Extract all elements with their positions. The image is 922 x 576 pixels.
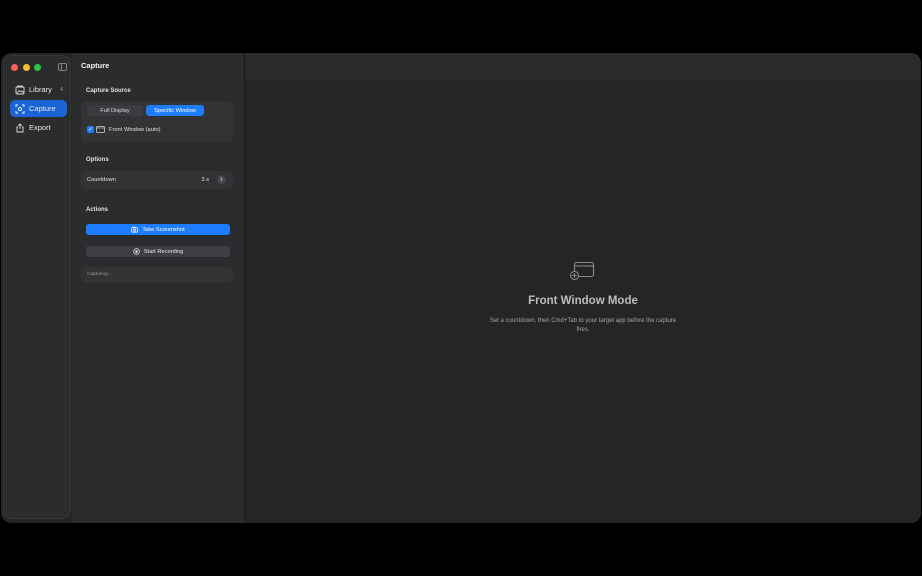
share-export-icon xyxy=(16,122,24,132)
empty-state-title: Front Window Mode xyxy=(528,295,638,307)
specific-window-option[interactable]: Specific Window xyxy=(146,105,204,116)
front-window-checkbox-row[interactable]: ✓ Front Window (auto) xyxy=(87,126,161,133)
capture-panel: Capture Capture Source Full Display Spec… xyxy=(72,53,245,523)
library-count-badge: 4 xyxy=(59,86,63,93)
full-display-option[interactable]: Full Display xyxy=(87,105,143,116)
start-recording-button[interactable]: Start Recording xyxy=(86,246,230,257)
close-window-button[interactable] xyxy=(11,64,18,71)
main-content: Front Window Mode Set a countdown, then … xyxy=(245,53,921,523)
countdown-label: Countdown xyxy=(87,177,116,183)
photo-library-icon xyxy=(15,85,25,94)
main-toolbar xyxy=(245,53,921,80)
capture-source-heading: Capture Source xyxy=(86,88,131,94)
start-recording-label: Start Recording xyxy=(143,248,184,255)
record-icon xyxy=(132,248,140,255)
sidebar-toggle-icon[interactable] xyxy=(58,63,67,71)
sidebar-item-label: Library xyxy=(29,85,52,94)
front-window-checkbox[interactable]: ✓ xyxy=(87,126,94,133)
capture-source-card: Full Display Specific Window ✓ Front Win… xyxy=(81,101,233,142)
window-icon xyxy=(96,126,105,133)
sidebar-item-export[interactable]: Export xyxy=(10,119,67,136)
minimize-window-button[interactable] xyxy=(23,64,30,71)
take-screenshot-button[interactable]: Take Screenshot xyxy=(86,224,230,235)
sidebar-item-label: Export xyxy=(29,123,51,132)
sidebar: Library 4 Capture Export xyxy=(3,55,71,519)
sidebar-item-library[interactable]: Library 4 xyxy=(10,81,67,98)
status-card: Capturing... xyxy=(81,267,233,283)
capture-source-segmented-control: Full Display Specific Window xyxy=(87,105,204,116)
countdown-value: 3 s xyxy=(201,177,209,183)
actions-heading: Actions xyxy=(86,207,109,213)
panel-title: Capture xyxy=(81,61,110,70)
window-capture-icon xyxy=(569,261,595,281)
take-screenshot-label: Take Screenshot xyxy=(142,226,185,233)
sidebar-item-capture[interactable]: Capture xyxy=(10,100,67,117)
zoom-window-button[interactable] xyxy=(34,64,41,71)
capture-viewfinder-icon xyxy=(15,104,25,113)
front-window-label: Front Window (auto) xyxy=(109,126,161,133)
capture-status-text: Capturing... xyxy=(87,272,112,277)
app-window: Library 4 Capture Export Capture Capture… xyxy=(1,53,921,523)
countdown-row: Countdown 3 s ⇕ xyxy=(81,171,233,189)
countdown-stepper[interactable]: ⇕ xyxy=(217,175,226,184)
sidebar-item-label: Capture xyxy=(29,104,56,113)
options-heading: Options xyxy=(86,157,109,163)
empty-state-description: Set a countdown, then Cmd+Tab to your ta… xyxy=(489,318,677,333)
camera-icon xyxy=(131,226,139,233)
